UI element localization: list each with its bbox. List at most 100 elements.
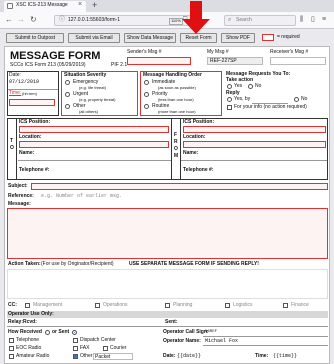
menu-icon[interactable]: ≡ [322,15,326,25]
take-action-no-radio[interactable] [248,84,253,89]
forward-icon[interactable]: → [17,15,25,25]
received-radio[interactable] [45,330,50,335]
cc-logistics-checkbox[interactable] [225,303,230,308]
sent-radio[interactable] [72,330,77,335]
date-value[interactable]: 07/12/2019 [9,79,39,86]
to-ics-position-input[interactable] [19,126,169,133]
info-icon[interactable]: ⓘ [59,17,65,24]
message-textarea[interactable] [7,208,328,259]
cc-operations-checkbox[interactable] [95,303,100,308]
emergency-hint: (e.g. life threat) [79,85,106,90]
url-bar[interactable]: ⓘ 127.0.0.1:55603/form-1 110% ⛉ ☆ [54,15,200,26]
urgent-radio[interactable] [65,92,70,97]
amateur-radio-checkbox[interactable] [9,354,14,359]
handling-order-box: Message Handling Order Immediate (as soo… [140,71,222,116]
reload-icon[interactable]: ↻ [30,15,37,25]
emergency-radio[interactable] [65,80,70,85]
for-info-checkbox[interactable] [227,105,232,110]
call-sign-line [203,336,328,337]
from-ics-position-input[interactable] [183,126,326,133]
cc-management-checkbox[interactable] [25,303,30,308]
to-letter-o: O [10,145,14,151]
cc-planning-checkbox[interactable] [165,303,170,308]
my-msg-label: My Msg # [207,49,229,55]
receivers-msg-input[interactable] [270,57,326,65]
priority-radio[interactable] [144,92,149,97]
reference-label: Reference: [8,193,34,199]
reply-no-radio[interactable] [294,97,299,102]
dispatch-center-checkbox[interactable] [73,338,78,343]
library-icon[interactable]: ⫼ [300,15,303,25]
telephone-method-label: Telephone [16,337,40,343]
operator-date-value[interactable]: {{date}} [177,353,201,360]
relay-label: Relay: [8,319,24,325]
action-taken-area[interactable] [7,269,328,299]
fax-checkbox[interactable] [73,346,78,351]
subject-input[interactable] [31,183,328,190]
tab-title: XSC ICS-213 Message [16,2,68,8]
action-taken-note: USE SEPARATE MESSAGE FORM IF SENDING REP… [129,261,259,267]
reply-yes-label: Yes, by [234,96,251,102]
other-method-input[interactable]: Packet [93,353,133,360]
to-divider [16,119,17,179]
dispatch-center-label: Dispatch Center [80,337,116,343]
message-form: MESSAGE FORM SCCo ICS Form 213 (05/29/20… [4,46,330,364]
urgent-hint: (e.g. property threat) [79,97,116,102]
immediate-radio[interactable] [144,80,149,85]
form-title: MESSAGE FORM [10,50,101,62]
to-name-label: Name: [19,150,35,156]
operator-date-label: Date: [163,353,176,359]
cc-finance-checkbox[interactable] [283,303,288,308]
operator-call-sign-value[interactable]: N6REF [205,330,217,335]
other-severity-radio[interactable] [65,104,70,109]
to-location-input[interactable] [19,141,169,148]
routine-hint: (more than one hour) [158,109,196,114]
submit-email-button[interactable]: Submit via Email [68,33,120,43]
search-icon: ⌕ [228,17,232,23]
time-hint: (hh:mm) [22,91,37,96]
browser-tab[interactable]: XSC ICS-213 Message × [4,1,86,12]
priority-hint: (less than one hour) [158,97,194,102]
reference-placeholder[interactable]: e.g. Number of earlier msg. [41,193,122,200]
handling-label: Message Handling Order [143,72,202,78]
show-pdf-button[interactable]: Show PDF [221,33,255,43]
new-tab-icon[interactable]: + [92,0,97,10]
from-divider [180,119,181,179]
time-input[interactable] [9,99,55,106]
take-action-yes-label: Yes [234,83,243,89]
other-method-checkbox[interactable] [73,354,78,359]
senders-msg-input[interactable] [127,57,191,65]
search-bar[interactable]: ⌕ Search [224,15,296,26]
back-icon[interactable]: ← [5,15,13,25]
from-location-input[interactable] [183,141,326,148]
operator-name-value[interactable]: Michael Fox [205,338,238,345]
for-info-label: For your info (no action required) [234,104,307,110]
url-text: 127.0.0.1:55603/form-1 [68,17,120,23]
reply-yes-radio[interactable] [227,97,232,102]
show-data-message-button[interactable]: Show Data Message [124,33,176,43]
from-telephone-label: Telephone #: [183,167,214,173]
to-name-line [18,160,171,161]
submit-outpost-button[interactable]: Submit to Outpost [6,33,64,43]
from-letter-o: O [174,146,178,152]
cc-planning-label: Planning [173,302,193,308]
cc-management-label: Management [33,302,63,308]
my-msg-field[interactable]: REF-227SP [207,57,263,65]
operator-time-value[interactable]: {{time}} [273,353,297,360]
from-letter-m: M [174,153,179,159]
from-name-label: Name: [183,150,199,156]
from-letter-f: F [174,132,178,138]
sidebar-icon[interactable]: ▯ [311,15,315,25]
telephone-checkbox[interactable] [9,338,14,343]
other-method-label: Other: [80,353,94,359]
zoom-level[interactable]: 110% [169,18,183,25]
eoc-radio-checkbox[interactable] [9,346,14,351]
subject-label: Subject: [8,183,28,189]
routine-radio[interactable] [144,104,149,109]
operator-use-header: Operator Use Only: [7,311,328,318]
take-action-yes-radio[interactable] [227,84,232,89]
close-tab-icon[interactable]: × [78,1,82,9]
from-location-label: Location: [183,134,206,140]
operator-time-label: Time: [255,353,269,359]
courier-checkbox[interactable] [103,346,108,351]
